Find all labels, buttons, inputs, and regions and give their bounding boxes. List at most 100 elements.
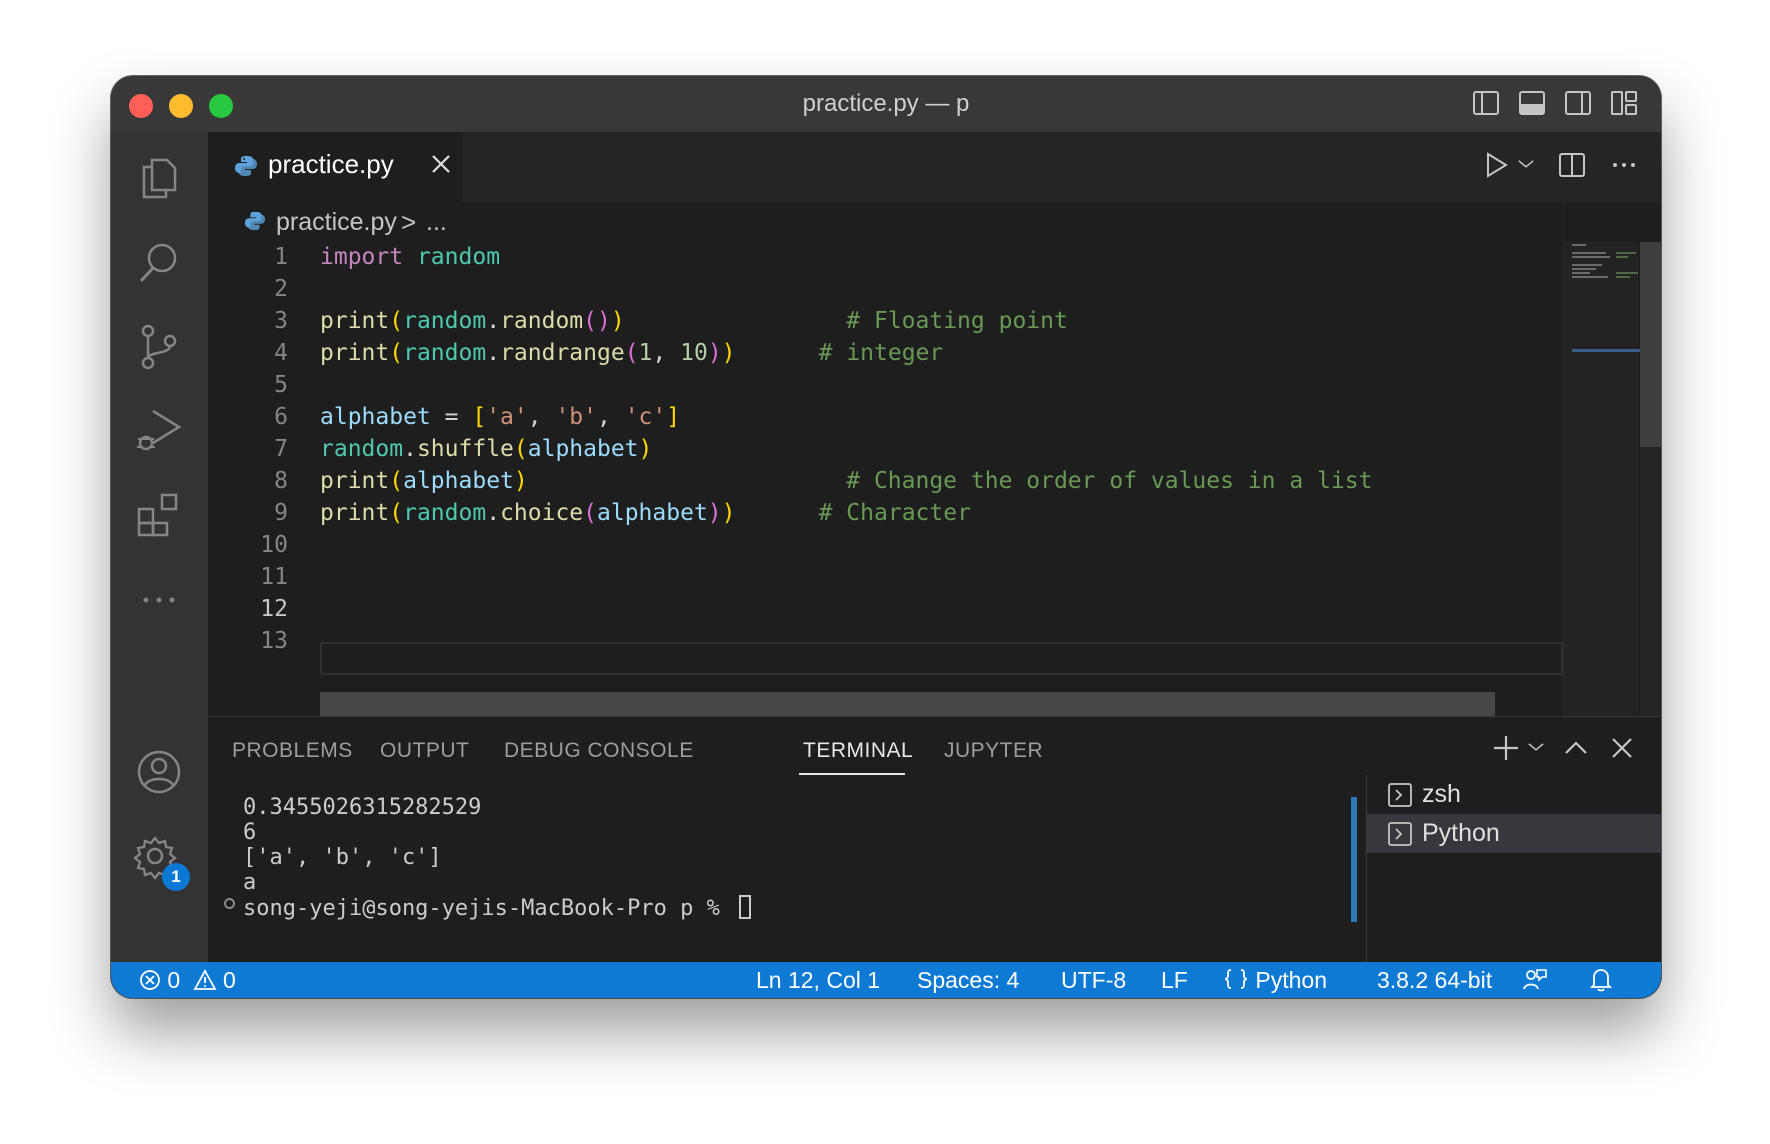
terminal-icon — [1388, 783, 1412, 807]
panel-actions — [1491, 733, 1637, 763]
minimap[interactable] — [1563, 202, 1661, 716]
run-debug-icon[interactable] — [133, 405, 185, 457]
minimap-line — [1616, 256, 1628, 258]
close-tab-icon[interactable] — [428, 151, 454, 177]
more-icon[interactable] — [133, 572, 185, 624]
code-text: print(random.randrange(1, 10)) # integer — [320, 340, 944, 366]
tab-output[interactable]: OUTPUT — [380, 739, 469, 763]
breadcrumb-symbols[interactable]: ... — [426, 208, 447, 237]
warning-count: 0 — [222, 967, 236, 993]
indentation[interactable]: Spaces: 4 — [917, 967, 1019, 994]
line-number: 13 — [260, 628, 288, 654]
code-line[interactable]: 7 random.shuffle(alphabet) — [208, 434, 1563, 470]
layout-controls — [1471, 88, 1639, 118]
code-line[interactable]: 13 — [208, 626, 1563, 662]
line-number: 6 — [274, 404, 288, 430]
explorer-icon[interactable] — [133, 152, 185, 204]
window-title: practice.py — p — [802, 90, 970, 117]
toggle-panel-icon[interactable] — [1517, 88, 1547, 118]
bottom-panel: PROBLEMS OUTPUT DEBUG CONSOLE TERMINAL J… — [208, 716, 1661, 963]
code-text: print(random.random()) # Floating point — [320, 308, 1068, 334]
active-tab-indicator — [799, 773, 905, 775]
line-number: 10 — [260, 532, 288, 558]
chevron-down-icon[interactable] — [1517, 156, 1535, 174]
command-decoration-icon[interactable] — [224, 898, 235, 909]
terminal-icon — [1388, 822, 1412, 846]
line-number: 12 — [260, 596, 288, 622]
terminal-item-label: Python — [1422, 819, 1500, 847]
code-line[interactable]: 4 print(random.randrange(1, 10)) # integ… — [208, 338, 1563, 374]
feedback-icon[interactable] — [1522, 967, 1548, 996]
line-number: 7 — [274, 436, 288, 462]
python-interpreter[interactable]: 3.8.2 64-bit — [1377, 967, 1492, 994]
code-line[interactable]: 5 — [208, 370, 1563, 406]
minimap-line — [1572, 256, 1610, 258]
minimap-line — [1616, 272, 1638, 274]
search-icon[interactable] — [133, 236, 185, 288]
terminal-output[interactable]: 0.3455026315282529 6 ['a', 'b', 'c'] a s… — [243, 795, 752, 921]
notifications-bell-icon[interactable] — [1589, 967, 1613, 996]
run-icon[interactable] — [1481, 150, 1511, 180]
code-line[interactable]: 2 — [208, 274, 1563, 310]
language-label: Python — [1255, 967, 1327, 993]
tab-debug-console[interactable]: DEBUG CONSOLE — [504, 739, 694, 763]
editor-actions — [1481, 150, 1639, 180]
code-editor[interactable]: 1 import random 2 3 print(random.random(… — [208, 242, 1563, 716]
terminal-prompt-line[interactable]: song-yeji@song-yejis-MacBook-Pro p % — [243, 895, 752, 921]
horizontal-scrollbar[interactable] — [320, 692, 1495, 716]
terminal-item-python[interactable]: Python — [1367, 814, 1661, 853]
more-actions-icon[interactable] — [1609, 150, 1639, 180]
account-icon[interactable] — [133, 746, 185, 798]
error-count: 0 — [167, 967, 181, 993]
tab-terminal[interactable]: TERMINAL — [803, 739, 913, 763]
code-text: alphabet = ['a', 'b', 'c'] — [320, 404, 681, 430]
vertical-scrollbar[interactable] — [1640, 242, 1661, 716]
source-control-icon[interactable] — [133, 321, 185, 373]
problems-status[interactable]: 0 0 — [139, 967, 236, 994]
chevron-down-icon[interactable] — [1527, 739, 1545, 757]
scrollbar-thumb[interactable] — [1640, 242, 1661, 447]
terminal-item-zsh[interactable]: zsh — [1367, 775, 1661, 814]
minimap-preview[interactable] — [1564, 242, 1642, 716]
split-editor-icon[interactable] — [1557, 150, 1587, 180]
tab-practice-py[interactable]: practice.py — [208, 132, 462, 202]
code-line[interactable]: 3 print(random.random()) # Floating poin… — [208, 306, 1563, 342]
cursor-position[interactable]: Ln 12, Col 1 — [756, 967, 880, 994]
customize-layout-icon[interactable] — [1609, 88, 1639, 118]
code-line[interactable]: 10 — [208, 530, 1563, 566]
tab-problems[interactable]: PROBLEMS — [232, 739, 353, 763]
toggle-primary-sidebar-icon[interactable] — [1471, 88, 1501, 118]
extensions-icon[interactable] — [133, 489, 185, 541]
tab-jupyter[interactable]: JUPYTER — [944, 739, 1043, 763]
error-icon — [140, 970, 160, 990]
encoding[interactable]: UTF-8 — [1061, 967, 1126, 994]
close-panel-icon[interactable] — [1607, 733, 1637, 763]
code-line[interactable]: 1 import random — [208, 242, 1563, 278]
minimap-line — [1572, 252, 1606, 254]
toggle-secondary-sidebar-icon[interactable] — [1563, 88, 1593, 118]
terminal-prompt: song-yeji@song-yejis-MacBook-Pro p % — [243, 896, 734, 921]
terminal-scrollbar[interactable] — [1351, 797, 1357, 922]
new-terminal-icon[interactable] — [1491, 733, 1521, 763]
code-line[interactable]: 6 alphabet = ['a', 'b', 'c'] — [208, 402, 1563, 438]
warning-icon — [193, 969, 217, 990]
status-bar: 0 0 Ln 12, Col 1 Spaces: 4 UTF-8 LF Pyth… — [111, 962, 1661, 998]
maximize-panel-icon[interactable] — [1561, 733, 1591, 763]
breadcrumb-separator: > — [401, 207, 417, 237]
terminal-item-label: zsh — [1422, 780, 1461, 808]
code-text: print(random.choice(alphabet)) # Charact… — [320, 500, 971, 526]
code-text: print(alphabet) # Change the order of va… — [320, 468, 1373, 494]
minimap-line — [1572, 268, 1596, 270]
minimap-line — [1572, 264, 1602, 266]
code-line-current[interactable]: 12 — [208, 594, 1563, 630]
code-line[interactable]: 8 print(alphabet) # Change the order of … — [208, 466, 1563, 502]
breadcrumb-file[interactable]: practice.py — [276, 208, 397, 237]
end-of-line[interactable]: LF — [1161, 967, 1188, 994]
code-line[interactable]: 9 print(random.choice(alphabet)) # Chara… — [208, 498, 1563, 534]
line-number: 2 — [274, 276, 288, 302]
minimap-line — [1616, 252, 1636, 254]
code-line[interactable]: 11 — [208, 562, 1563, 598]
terminal-line: 0.3455026315282529 — [243, 795, 482, 820]
terminal-line: a — [243, 870, 257, 895]
language-mode[interactable]: Python — [1223, 967, 1327, 994]
